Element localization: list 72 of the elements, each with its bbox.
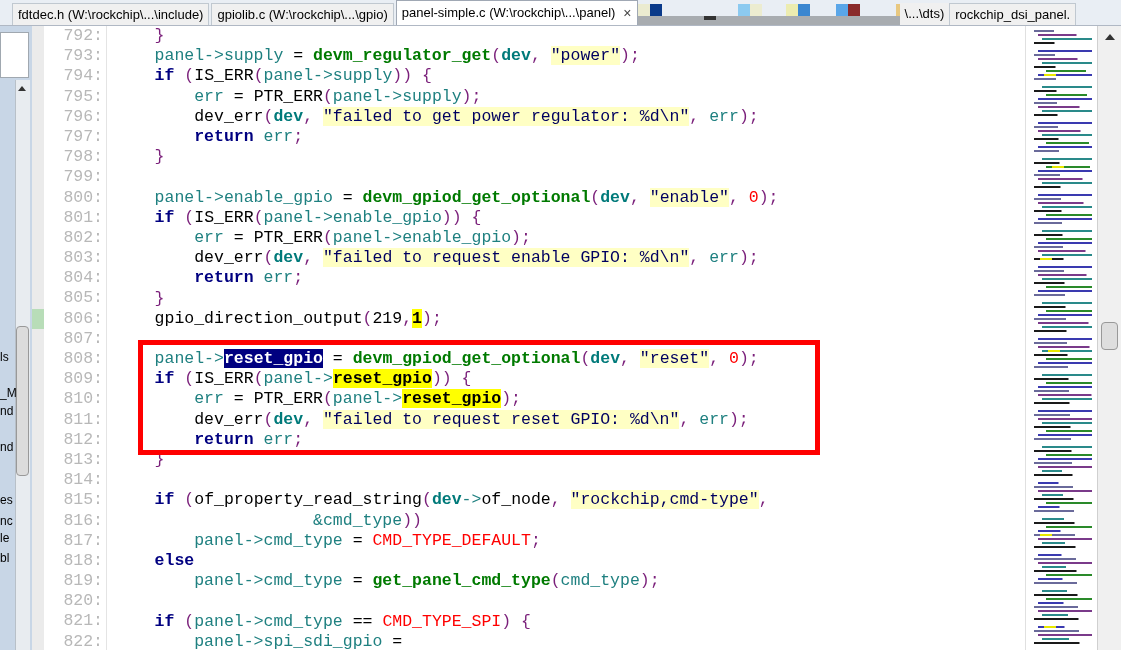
line-number: 811:	[44, 409, 107, 430]
scroll-up-icon[interactable]	[18, 86, 26, 91]
file-tab[interactable]: fdtdec.h (W:\rockchip\...\include)	[12, 3, 210, 25]
file-tab[interactable]: gpiolib.c (W:\rockchip\...\gpio)	[211, 3, 394, 25]
scrollbar-thumb[interactable]	[16, 326, 29, 476]
code-line: panel->enable_gpio = devm_gpiod_get_optional(dev, "enable", 0);	[153, 187, 779, 208]
code-line: err = PTR_ERR(panel->enable_gpio);	[193, 227, 531, 248]
code-line: }	[153, 147, 165, 168]
line-number: 797:	[44, 126, 107, 148]
tab-label[interactable]: \...\dts)	[899, 3, 950, 25]
code-line: err = PTR_ERR(panel->reset_gpio);	[193, 389, 521, 410]
line-number: 815:	[44, 490, 107, 511]
line-number: 809:	[44, 369, 107, 390]
line-number: 806:	[44, 308, 107, 329]
code-line: err = PTR_ERR(panel->supply);	[193, 86, 482, 107]
line-number: 810:	[44, 389, 107, 410]
line-number: 796:	[44, 106, 107, 127]
code-line: if (IS_ERR(panel->supply)) {	[153, 66, 432, 87]
list-item[interactable]: bl	[0, 550, 10, 566]
code-line: panel->spi_sdi_gpio =	[193, 631, 403, 650]
file-tab[interactable]: panel-simple.c (W:\rockchip\...\panel) ×	[395, 0, 638, 25]
line-number: 805:	[44, 288, 107, 309]
line-number: 819:	[44, 571, 107, 592]
code-line: panel->cmd_type = get_panel_cmd_type(cmd_type);	[193, 571, 660, 592]
line-number: 801:	[44, 207, 107, 228]
line-number: 814:	[44, 470, 107, 491]
line-number: 795:	[44, 86, 107, 107]
code-line: return err;	[193, 268, 304, 289]
line-number: 799:	[44, 167, 107, 188]
line-number: 794:	[44, 66, 107, 87]
line-number: 808:	[44, 349, 107, 370]
scroll-up-icon[interactable]	[1105, 34, 1115, 40]
list-item[interactable]: le	[0, 530, 10, 546]
line-number: 821:	[44, 611, 107, 632]
search-field[interactable]	[0, 32, 29, 78]
code-line: return err;	[193, 127, 304, 148]
list-item[interactable]: es	[0, 492, 13, 508]
code-line: if (IS_ERR(panel->reset_gpio)) {	[153, 369, 472, 390]
code-line: panel->reset_gpio = devm_gpiod_get_optional(dev, "reset", 0);	[153, 349, 759, 370]
line-number: 803:	[44, 248, 107, 269]
list-item[interactable]: ls	[0, 349, 9, 365]
line-number: 793:	[44, 46, 107, 67]
line-number: 807:	[44, 328, 107, 349]
code-line: }	[153, 26, 165, 47]
line-number: 812:	[44, 429, 107, 450]
line-number: 804:	[44, 268, 107, 289]
line-number: 820:	[44, 591, 107, 612]
code-line: return err;	[193, 429, 304, 450]
list-item[interactable]: _M	[0, 385, 17, 401]
line-number: 802:	[44, 227, 107, 249]
line-number: 816:	[44, 510, 107, 531]
line-number: 798:	[44, 147, 107, 168]
file-tab[interactable]: rockchip_dsi_panel.	[949, 3, 1077, 25]
code-line: gpio_direction_output(219,1);	[153, 308, 442, 329]
code-line: &cmd_type))	[312, 510, 422, 531]
list-item[interactable]: nd	[0, 439, 14, 455]
line-number: 813:	[44, 449, 107, 471]
code-line: if (IS_ERR(panel->enable_gpio)) {	[153, 207, 482, 228]
code-line: panel->cmd_type = CMD_TYPE_DEFAULT;	[193, 530, 541, 551]
line-number: 792:	[44, 26, 107, 47]
line-number: 817:	[44, 530, 107, 551]
code-line: panel->supply = devm_regulator_get(dev, "power");	[153, 46, 640, 67]
code-line: if (panel->cmd_type == CMD_TYPE_SPI) {	[153, 611, 531, 632]
code-line: }	[153, 288, 165, 309]
list-item[interactable]: nc	[0, 513, 13, 529]
code-line: else	[153, 550, 195, 571]
scrollbar-thumb[interactable]	[1101, 322, 1118, 350]
code-line: if (of_property_read_string(dev->of_node, "rockchip,cmd-type",	[153, 490, 769, 511]
line-number: 822:	[44, 631, 107, 650]
line-number: 818:	[44, 550, 107, 572]
list-item[interactable]: nd	[0, 403, 14, 419]
line-number: 800:	[44, 187, 107, 208]
